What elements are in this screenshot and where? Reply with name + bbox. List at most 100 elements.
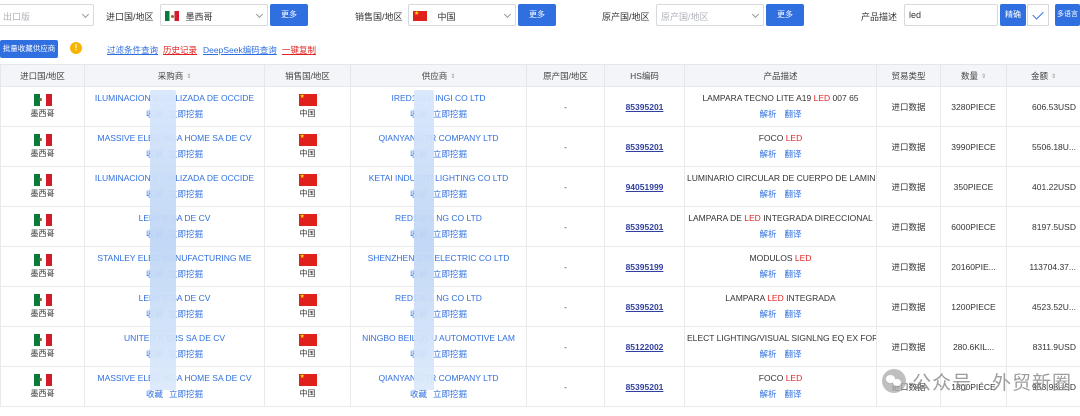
table-header-row: 进口国/地区 采购商 ⇕ 销售国/地区 供应商 ⇕ 原产国/地区 HS编码 产品描述… (0, 64, 1080, 87)
supplier-name-link[interactable]: QIANYANG TR COMPANY LTD (352, 133, 526, 143)
sort-icon[interactable]: ⇕ (450, 73, 455, 80)
supplier-name-link[interactable]: RED100 L NG CO LTD (352, 293, 526, 303)
quantity-cell: 280.6KIL... (940, 326, 1007, 367)
col-supplier[interactable]: 供应商 ⇕ (350, 64, 527, 87)
sort-icon[interactable]: ⇕ (1051, 73, 1056, 80)
seller-country-name: 中国 (299, 109, 316, 118)
history-link[interactable]: 历史记录 (163, 44, 197, 56)
seller-country-name: 中国 (299, 389, 316, 398)
seller-country-name: 中国 (299, 309, 316, 318)
origin-country-select[interactable]: 原产国/地区 (656, 4, 764, 26)
desc-text-before: MODULOS (749, 253, 795, 263)
sort-icon[interactable]: ⇕ (981, 73, 986, 80)
col-label: HS编码 (630, 70, 659, 81)
col-quantity[interactable]: 数量 ⇕ (940, 64, 1007, 87)
multi-search-button[interactable]: 多语言 (1055, 4, 1080, 26)
product-desc-input[interactable]: led (904, 4, 998, 26)
translate-link[interactable]: 翻译 (785, 349, 802, 359)
supplier-mine-link[interactable]: 立即挖掘 (433, 189, 467, 199)
analyze-link[interactable]: 解析 (759, 149, 776, 159)
deepseek-code-query-link[interactable]: DeepSeek编码查询 (203, 44, 277, 56)
translate-link[interactable]: 翻译 (785, 149, 802, 159)
seller-country-select[interactable]: 中国 (408, 4, 516, 26)
supplier-cell: QIANYANG TR COMPANY LTD 收藏立即挖掘 (350, 366, 527, 407)
analyze-link[interactable]: 解析 (759, 309, 776, 319)
col-buyer[interactable]: 采购商 ⇕ (84, 64, 265, 87)
seller-country-cell: 中国 (264, 126, 351, 167)
buyer-favorite-link[interactable]: 收藏 (146, 389, 163, 399)
supplier-mine-link[interactable]: 立即挖掘 (433, 309, 467, 319)
translate-link[interactable]: 翻译 (785, 269, 802, 279)
hs-code-link[interactable]: 85395201 (626, 382, 664, 392)
supplier-name-link[interactable]: IRED100 L INGI CO LTD (352, 93, 526, 103)
translate-link[interactable]: 翻译 (785, 389, 802, 399)
supplier-mine-link[interactable]: 立即挖掘 (433, 109, 467, 119)
mexico-flag-icon (33, 374, 52, 386)
product-desc-value: led (909, 10, 922, 20)
exact-match-checkbox[interactable] (1027, 4, 1049, 26)
col-label: 进口国/地区 (20, 70, 65, 81)
supplier-favorite-link[interactable]: 收藏 (410, 389, 427, 399)
export-version-select[interactable]: 出口版 (0, 4, 94, 26)
col-label: 数量 (960, 70, 978, 81)
origin-country-placeholder: 原产国/地区 (661, 12, 709, 22)
seller-more-button[interactable]: 更多 (518, 4, 556, 26)
supplier-name-link[interactable]: KETAI INDUSTR LIGHTING CO LTD (352, 173, 526, 183)
hs-code-link[interactable]: 85395201 (626, 102, 664, 112)
col-label: 产品描述 (763, 70, 798, 81)
hs-code-link[interactable]: 85395201 (626, 142, 664, 152)
analyze-link[interactable]: 解析 (759, 189, 776, 199)
supplier-mine-link[interactable]: 立即挖掘 (433, 349, 467, 359)
results-table-container: 进口国/地区 采购商 ⇕ 销售国/地区 供应商 ⇕ 原产国/地区 HS编码 产品描述… (0, 64, 1080, 416)
desc-text-before: FOCO (758, 373, 786, 383)
one-click-copy-link[interactable]: 一键复制 (282, 44, 316, 56)
origin-more-button[interactable]: 更多 (766, 4, 804, 26)
hs-code-link[interactable]: 85395199 (626, 262, 664, 272)
analyze-link[interactable]: 解析 (759, 349, 776, 359)
trade-type-cell: 进口数据 (876, 206, 941, 247)
exact-match-button[interactable]: 精确 (1000, 4, 1026, 26)
importer-country-select[interactable]: 墨西哥 (160, 4, 268, 26)
importer-country-name: 墨西哥 (30, 189, 55, 198)
supplier-name-link[interactable]: QIANYANG TR COMPANY LTD (352, 373, 526, 383)
supplier-mine-link[interactable]: 立即挖掘 (433, 389, 467, 399)
hs-code-link[interactable]: 94051999 (626, 182, 664, 192)
importer-more-button[interactable]: 更多 (270, 4, 308, 26)
col-amount[interactable]: 金额 ⇕ (1006, 64, 1080, 87)
col-seller-country: 销售国/地区 (264, 64, 351, 87)
analyze-link[interactable]: 解析 (759, 229, 776, 239)
importer-country-cell: 墨西哥 (0, 326, 85, 367)
analyze-link[interactable]: 解析 (759, 269, 776, 279)
hs-code-link[interactable]: 85395201 (626, 222, 664, 232)
translate-link[interactable]: 翻译 (785, 109, 802, 119)
translate-link[interactable]: 翻译 (785, 189, 802, 199)
hs-code-link[interactable]: 85122002 (626, 342, 664, 352)
translate-link[interactable]: 翻译 (785, 229, 802, 239)
bulk-favorite-button[interactable]: 批量收藏供应商 (0, 40, 58, 58)
watermark: 公众号 · 外贸新圈 (882, 366, 1072, 396)
supplier-name-link[interactable]: RED100 L NG CO LTD (352, 213, 526, 223)
check-icon (1032, 8, 1044, 20)
info-icon[interactable]: ! (70, 42, 82, 54)
analyze-link[interactable]: 解析 (759, 109, 776, 119)
watermark-text: 公众号 · 外贸新圈 (912, 372, 1072, 394)
hs-code-cell: 85395201 (604, 206, 685, 247)
sort-icon[interactable]: ⇕ (186, 73, 191, 80)
importer-country-label: 进口国/地区 (106, 12, 154, 22)
quantity-cell: 6000PIECE (940, 206, 1007, 247)
trade-type-cell: 进口数据 (876, 286, 941, 327)
supplier-mine-link[interactable]: 立即挖掘 (433, 229, 467, 239)
hs-code-link[interactable]: 85395201 (626, 302, 664, 312)
china-flag-icon (298, 172, 317, 186)
mexico-flag-icon (33, 214, 52, 226)
analyze-link[interactable]: 解析 (759, 389, 776, 399)
desc-keyword-highlight: LED (744, 213, 761, 223)
buyer-mine-link[interactable]: 立即挖掘 (169, 389, 203, 399)
translate-link[interactable]: 翻译 (785, 309, 802, 319)
filter-query-link[interactable]: 过滤条件查询 (107, 44, 158, 56)
supplier-mine-link[interactable]: 立即挖掘 (433, 269, 467, 279)
supplier-name-link[interactable]: NINGBO BEILUN U AUTOMOTIVE LAM (352, 333, 526, 343)
supplier-mine-link[interactable]: 立即挖掘 (433, 149, 467, 159)
filter-bar: 出口版 进口国/地区 墨西哥 更多 销售国/地区 中国 更多 原产国/地区 原产… (0, 0, 1080, 34)
supplier-name-link[interactable]: SHENZHEN STA ELECTRIC CO LTD (352, 253, 526, 263)
